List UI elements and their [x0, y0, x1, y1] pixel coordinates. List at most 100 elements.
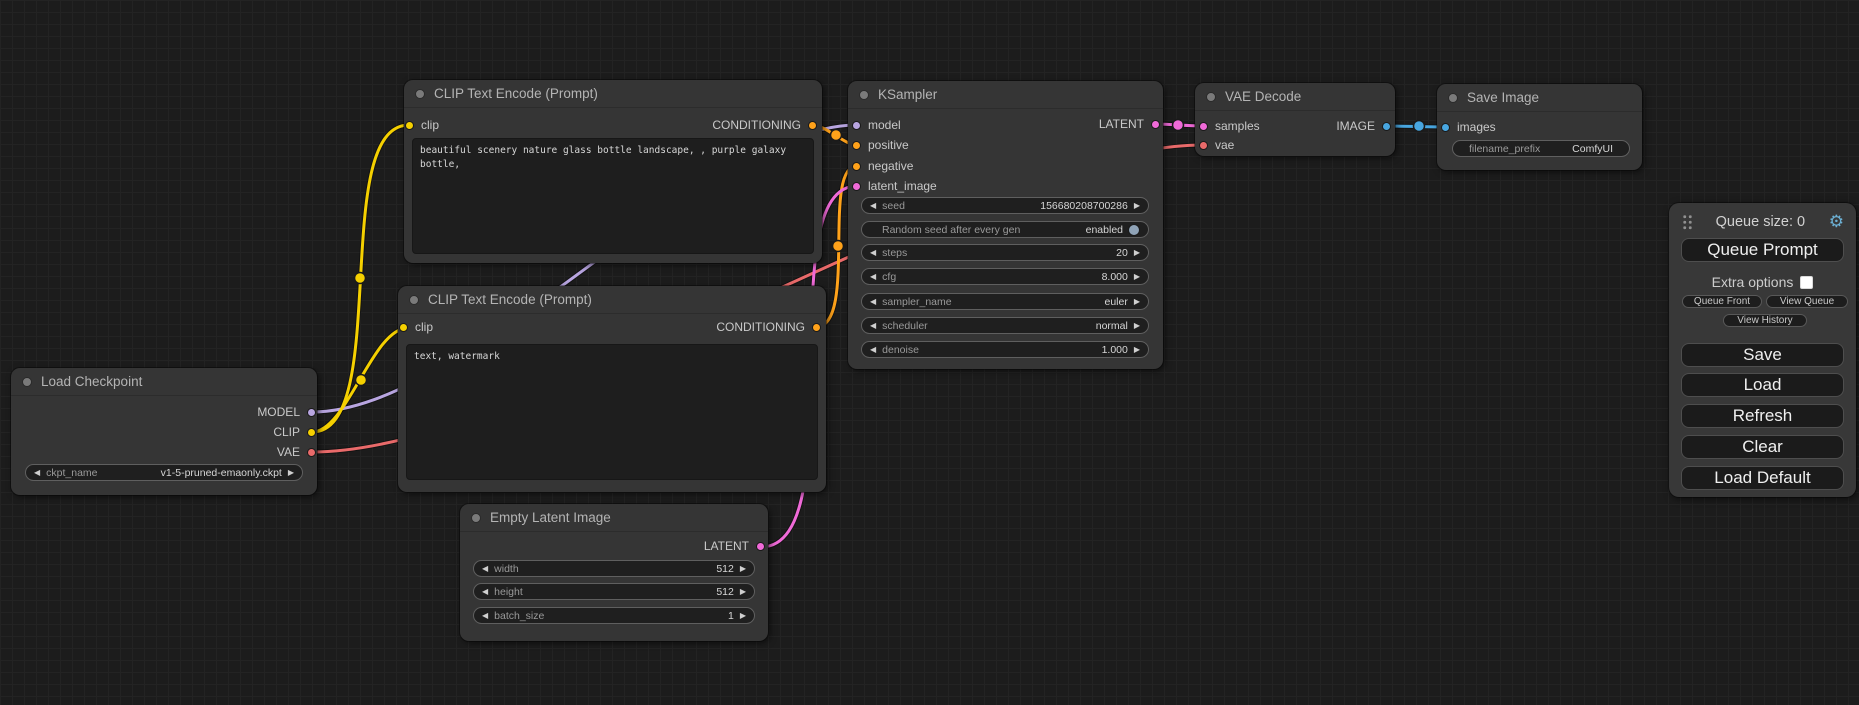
arrow-left-icon[interactable]: ◀	[482, 612, 488, 620]
arrow-left-icon[interactable]: ◀	[870, 322, 876, 330]
arrow-right-icon[interactable]: ▶	[740, 588, 746, 596]
view-history-button[interactable]: View History	[1723, 314, 1807, 327]
latent-output-port[interactable]	[1151, 120, 1160, 129]
arrow-right-icon[interactable]: ▶	[740, 612, 746, 620]
widget-value: v1-5-pruned-emaonly.ckpt	[161, 467, 282, 479]
random-seed-widget[interactable]: Random seed after every gen enabled	[861, 221, 1149, 238]
output-slot-conditioning: CONDITIONING	[712, 118, 817, 132]
images-input-port[interactable]	[1441, 123, 1450, 132]
drag-handle-icon[interactable]	[1681, 213, 1692, 230]
vae-output-port[interactable]	[307, 448, 316, 457]
width-widget[interactable]: ◀ width 512 ▶	[473, 560, 755, 577]
button-label: Load	[1744, 375, 1782, 395]
graph-canvas[interactable]: Load Checkpoint MODEL CLIP VAE ◀ ckpt_na…	[0, 0, 1859, 705]
settings-gear-icon[interactable]: ⚙	[1829, 213, 1844, 230]
cfg-widget[interactable]: ◀ cfg 8.000 ▶	[861, 268, 1149, 285]
clip-output-port[interactable]	[307, 428, 316, 437]
node-title: CLIP Text Encode (Prompt)	[428, 292, 592, 307]
collapse-dot-icon[interactable]	[471, 513, 481, 523]
collapse-dot-icon[interactable]	[1448, 93, 1458, 103]
ckpt-name-widget[interactable]: ◀ ckpt_name v1-5-pruned-emaonly.ckpt ▶	[25, 464, 303, 481]
output-slot-clip: CLIP	[273, 425, 316, 439]
collapse-dot-icon[interactable]	[415, 89, 425, 99]
output-slot-latent: LATENT	[704, 539, 765, 553]
node-ksampler[interactable]: KSampler model positive negative latent_…	[848, 81, 1163, 369]
node-title-bar[interactable]: Empty Latent Image	[460, 504, 768, 532]
collapse-dot-icon[interactable]	[22, 377, 32, 387]
node-title-bar[interactable]: Save Image	[1437, 84, 1642, 112]
node-title: CLIP Text Encode (Prompt)	[434, 86, 598, 101]
node-vae-decode[interactable]: VAE Decode samples vae IMAGE	[1195, 83, 1395, 156]
positive-input-port[interactable]	[852, 141, 861, 150]
widget-value: 512	[716, 586, 734, 598]
save-button[interactable]: Save	[1681, 343, 1844, 367]
refresh-button[interactable]: Refresh	[1681, 404, 1844, 428]
arrow-left-icon[interactable]: ◀	[870, 249, 876, 257]
arrow-right-icon[interactable]: ▶	[1134, 202, 1140, 210]
arrow-right-icon[interactable]: ▶	[1134, 298, 1140, 306]
vae-input-port[interactable]	[1199, 141, 1208, 150]
latent-image-input-port[interactable]	[852, 182, 861, 191]
denoise-widget[interactable]: ◀ denoise 1.000 ▶	[861, 341, 1149, 358]
arrow-right-icon[interactable]: ▶	[1134, 273, 1140, 281]
height-widget[interactable]: ◀ height 512 ▶	[473, 583, 755, 600]
steps-widget[interactable]: ◀ steps 20 ▶	[861, 244, 1149, 261]
arrow-left-icon[interactable]: ◀	[870, 273, 876, 281]
arrow-right-icon[interactable]: ▶	[1134, 249, 1140, 257]
load-default-button[interactable]: Load Default	[1681, 466, 1844, 490]
extra-options-checkbox[interactable]	[1800, 276, 1813, 289]
toggle-icon[interactable]	[1128, 224, 1140, 236]
node-load-checkpoint[interactable]: Load Checkpoint MODEL CLIP VAE ◀ ckpt_na…	[11, 368, 317, 495]
arrow-right-icon[interactable]: ▶	[1134, 346, 1140, 354]
arrow-left-icon[interactable]: ◀	[482, 588, 488, 596]
widget-value: normal	[1096, 320, 1128, 332]
arrow-left-icon[interactable]: ◀	[870, 346, 876, 354]
clip-input-port[interactable]	[405, 121, 414, 130]
model-output-port[interactable]	[307, 408, 316, 417]
slot-label: LATENT	[1099, 117, 1144, 131]
samples-input-port[interactable]	[1199, 122, 1208, 131]
negative-input-port[interactable]	[852, 162, 861, 171]
node-save-image[interactable]: Save Image images filename_prefix ComfyU…	[1437, 84, 1642, 170]
arrow-left-icon[interactable]: ◀	[482, 565, 488, 573]
clip-input-port[interactable]	[399, 323, 408, 332]
node-clip-text-encode-positive[interactable]: CLIP Text Encode (Prompt) clip CONDITION…	[404, 80, 822, 263]
node-clip-text-encode-negative[interactable]: CLIP Text Encode (Prompt) clip CONDITION…	[398, 286, 826, 492]
view-queue-button[interactable]: View Queue	[1766, 295, 1848, 308]
node-title-bar[interactable]: CLIP Text Encode (Prompt)	[404, 80, 822, 108]
prompt-textarea[interactable]: beautiful scenery nature glass bottle la…	[412, 138, 814, 254]
clear-button[interactable]: Clear	[1681, 435, 1844, 459]
seed-widget[interactable]: ◀ seed 156680208700286 ▶	[861, 197, 1149, 214]
image-output-port[interactable]	[1382, 122, 1391, 131]
queue-prompt-button[interactable]: Queue Prompt	[1681, 238, 1844, 262]
collapse-dot-icon[interactable]	[409, 295, 419, 305]
arrow-right-icon[interactable]: ▶	[1134, 322, 1140, 330]
conditioning-output-port[interactable]	[812, 323, 821, 332]
node-empty-latent-image[interactable]: Empty Latent Image LATENT ◀ width 512 ▶ …	[460, 504, 768, 641]
arrow-left-icon[interactable]: ◀	[34, 469, 40, 477]
node-title-bar[interactable]: KSampler	[848, 81, 1163, 109]
conditioning-output-port[interactable]	[808, 121, 817, 130]
node-title-bar[interactable]: CLIP Text Encode (Prompt)	[398, 286, 826, 314]
arrow-left-icon[interactable]: ◀	[870, 298, 876, 306]
batch-size-widget[interactable]: ◀ batch_size 1 ▶	[473, 607, 755, 624]
scheduler-widget[interactable]: ◀ scheduler normal ▶	[861, 317, 1149, 334]
load-button[interactable]: Load	[1681, 373, 1844, 397]
button-label: Save	[1743, 345, 1782, 365]
collapse-dot-icon[interactable]	[1206, 92, 1216, 102]
arrow-left-icon[interactable]: ◀	[870, 202, 876, 210]
arrow-right-icon[interactable]: ▶	[740, 565, 746, 573]
queue-front-button[interactable]: Queue Front	[1682, 295, 1762, 308]
node-title-bar[interactable]: VAE Decode	[1195, 83, 1395, 111]
filename-prefix-widget[interactable]: filename_prefix ComfyUI	[1452, 140, 1630, 157]
link-dot	[356, 375, 367, 386]
slot-label: negative	[868, 159, 913, 173]
slot-label: CONDITIONING	[716, 320, 805, 334]
node-title-bar[interactable]: Load Checkpoint	[11, 368, 317, 396]
sampler-name-widget[interactable]: ◀ sampler_name euler ▶	[861, 293, 1149, 310]
arrow-right-icon[interactable]: ▶	[288, 469, 294, 477]
collapse-dot-icon[interactable]	[859, 90, 869, 100]
latent-output-port[interactable]	[756, 542, 765, 551]
prompt-textarea[interactable]: text, watermark	[406, 344, 818, 480]
model-input-port[interactable]	[852, 121, 861, 130]
